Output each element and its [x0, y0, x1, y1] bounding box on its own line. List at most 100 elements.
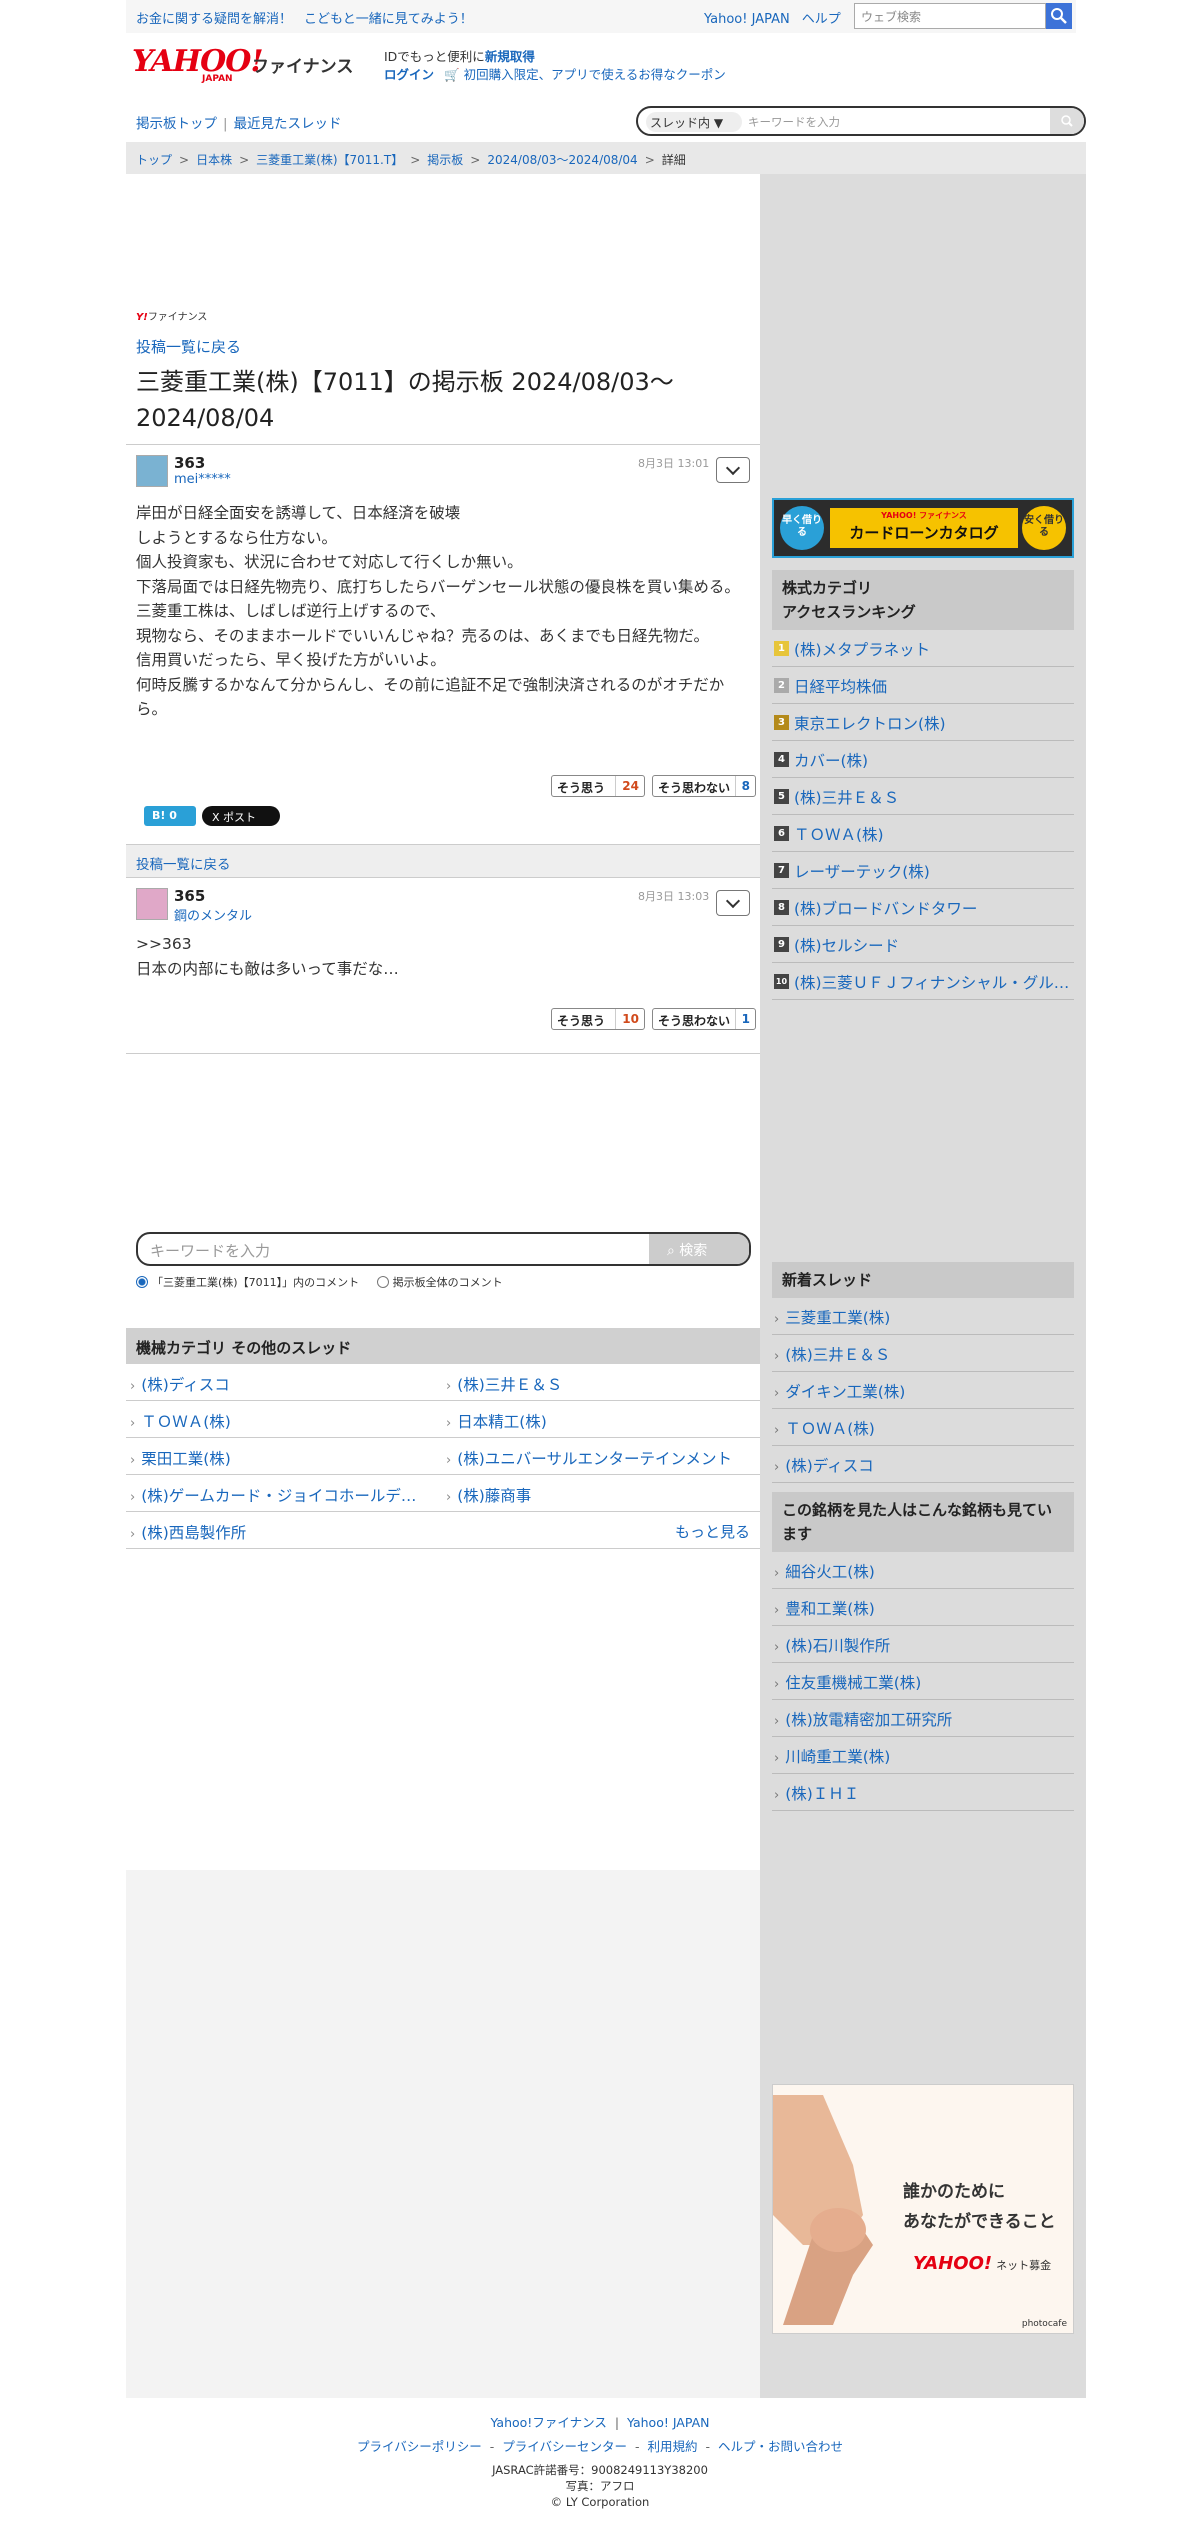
top-links: Yahoo! JAPAN ヘルプ	[704, 8, 841, 27]
back-to-list-link[interactable]: 投稿一覧に戻る	[136, 857, 231, 873]
also-viewed-link[interactable]: (株)放電精密加工研究所	[772, 1700, 1074, 1737]
ranking-item[interactable]: 1 (株)メタプラネット	[772, 630, 1074, 667]
thread-search-input[interactable]: キーワードを入力	[748, 114, 840, 130]
yahoo-finance-logo[interactable]: YAHOO! JAPAN ファイナンス	[132, 44, 377, 84]
footer-yahoo-link[interactable]: Yahoo! JAPAN	[627, 2415, 709, 2430]
yahoo-japan-link[interactable]: Yahoo! JAPAN	[704, 12, 790, 27]
thread-search-button[interactable]	[1050, 108, 1084, 134]
scope-label: スレッド内	[650, 116, 711, 130]
also-viewed-label: 豊和工業(株)	[774, 1597, 875, 1619]
avatar[interactable]	[136, 455, 168, 487]
also-viewed-link[interactable]: 細谷火工(株)	[772, 1552, 1074, 1589]
hatena-bookmark-button[interactable]: B! 0	[144, 806, 196, 826]
also-viewed-link[interactable]: 川崎重工業(株)	[772, 1737, 1074, 1774]
also-viewed-label: (株)放電精密加工研究所	[774, 1708, 952, 1730]
ranking-item-label: 日経平均株価	[794, 678, 888, 696]
coupon-link[interactable]: 初回購入限定、アプリで使えるお得なクーポン	[464, 67, 726, 82]
post-menu-button[interactable]	[716, 457, 750, 483]
top-bar: お金に関する疑問を解消！ こどもと一緒に見てみよう！ Yahoo! JAPAN ヘル…	[126, 0, 1076, 33]
category-thread-link[interactable]: (株)ディスコ	[130, 1373, 430, 1395]
ranking-item[interactable]: 5 (株)三井Ｅ＆Ｓ	[772, 778, 1074, 815]
recent-threads-link[interactable]: 最近見たスレッド	[234, 116, 342, 132]
new-thread-link[interactable]: (株)三井Ｅ＆Ｓ	[772, 1335, 1074, 1372]
also-viewed-link[interactable]: (株)ＩＨＩ	[772, 1774, 1074, 1811]
disagree-button[interactable]: そう思わない 1	[652, 1008, 756, 1030]
login-link[interactable]: ログイン	[384, 67, 434, 82]
ranking-item[interactable]: 3 東京エレクトロン(株)	[772, 704, 1074, 741]
scope-label-thread: 「三菱重工業(株)【7011】」内のコメント	[152, 1276, 360, 1289]
promo-link-money[interactable]: お金に関する疑問を解消！	[136, 12, 292, 27]
ranking-heading-line1: 株式カテゴリ	[782, 579, 873, 597]
category-thread-link[interactable]: 栗田工業(株)	[130, 1447, 430, 1469]
new-thread-link[interactable]: ダイキン工業(株)	[772, 1372, 1074, 1409]
also-viewed-link[interactable]: (株)石川製作所	[772, 1626, 1074, 1663]
footer-privacy-policy-link[interactable]: プライバシーポリシー	[357, 2439, 482, 2454]
breadcrumb-stock[interactable]: 三菱重工業(株)【7011.T】	[256, 153, 403, 167]
footer-links-1: Yahoo!ファイナンス | Yahoo! JAPAN	[490, 2415, 710, 2430]
category-row: (株)西島製作所 もっと見る	[126, 1512, 760, 1549]
avatar[interactable]	[136, 888, 168, 920]
category-thread-link[interactable]: ＴＯＷＡ(株)	[130, 1410, 430, 1432]
card-loan-banner[interactable]: 早く借りる YAHOO! ファイナンス カードローンカタログ 安く借りる	[772, 498, 1074, 558]
new-thread-link[interactable]: (株)ディスコ	[772, 1446, 1074, 1483]
post-line: 現物なら、そのままホールドでいいんじゃね？売るのは、あくまでも日経先物だ。	[136, 626, 710, 645]
keyword-search-input[interactable]: キーワードを入力	[150, 1240, 270, 1261]
web-search-button[interactable]	[1046, 3, 1072, 29]
category-thread-link[interactable]: (株)三井Ｅ＆Ｓ	[446, 1373, 756, 1395]
photo-credit-footer: 写真：アフロ	[565, 2479, 635, 2493]
rank-badge: 6	[774, 826, 789, 841]
breadcrumb-top[interactable]: トップ	[136, 153, 172, 167]
ranking-item[interactable]: 2 日経平均株価	[772, 667, 1074, 704]
footer-privacy-center-link[interactable]: プライバシーセンター	[502, 2439, 627, 2454]
category-thread-link[interactable]: (株)藤商事	[446, 1484, 756, 1506]
back-to-list-link[interactable]: 投稿一覧に戻る	[136, 336, 241, 357]
ranking-item[interactable]: 6 ＴＯＷＡ(株)	[772, 815, 1074, 852]
thread-search-scope-select[interactable]: スレッド内 ▼	[646, 112, 742, 132]
footer-finance-link[interactable]: Yahoo!ファイナンス	[491, 2415, 607, 2430]
footer-terms-link[interactable]: 利用規約	[648, 2439, 698, 2454]
keyword-search-button[interactable]: ⌕ 検索	[649, 1234, 749, 1264]
help-link[interactable]: ヘルプ	[802, 12, 841, 27]
category-thread-link[interactable]: 日本精工(株)	[446, 1410, 756, 1432]
post-number[interactable]: 365	[174, 887, 205, 905]
small-logo-y: Y!	[136, 312, 148, 323]
agree-button[interactable]: そう思う 10	[551, 1008, 645, 1030]
footer-help-link[interactable]: ヘルプ・お問い合わせ	[718, 2439, 843, 2454]
board-top-link[interactable]: 掲示板トップ	[136, 116, 217, 132]
ranking-item[interactable]: 7 レーザーテック(株)	[772, 852, 1074, 889]
net-bokin-ad[interactable]: 誰かのために あなたができること YAHOO! ネット募金 photocafe	[772, 2084, 1074, 2334]
category-row: 栗田工業(株) (株)ユニバーサルエンターテインメント	[126, 1438, 760, 1475]
category-row: ＴＯＷＡ(株) 日本精工(株)	[126, 1401, 760, 1438]
ranking-item[interactable]: 8 (株)ブロードバンドタワー	[772, 889, 1074, 926]
post-user[interactable]: mei*****	[174, 472, 231, 487]
agree-button[interactable]: そう思う 24	[551, 775, 645, 797]
also-viewed-link[interactable]: 住友重機械工業(株)	[772, 1663, 1074, 1700]
breadcrumb-period[interactable]: 2024/08/03〜2024/08/04	[487, 153, 637, 167]
post-number[interactable]: 363	[174, 454, 205, 472]
category-thread-link[interactable]: (株)ゲームカード・ジョイコホールデ…	[130, 1484, 430, 1506]
ranking-item[interactable]: 10 (株)三菱ＵＦＪフィナンシャル・グループ	[772, 963, 1074, 1000]
more-threads-link[interactable]: もっと見る	[675, 1521, 750, 1542]
scope-radio-thread[interactable]	[136, 1276, 148, 1288]
breadcrumb-jp-stocks[interactable]: 日本株	[196, 153, 232, 167]
new-thread-link[interactable]: ＴＯＷＡ(株)	[772, 1409, 1074, 1446]
post-menu-button[interactable]	[716, 890, 750, 916]
rank-badge: 1	[774, 641, 789, 656]
category-thread-link[interactable]: (株)西島製作所	[130, 1521, 430, 1543]
ranking-item[interactable]: 4 カバー(株)	[772, 741, 1074, 778]
x-post-button[interactable]: X ポスト	[202, 806, 280, 826]
web-search-input[interactable]: ウェブ検索	[854, 3, 1046, 29]
ranking-item[interactable]: 9 (株)セルシード	[772, 926, 1074, 963]
post-user[interactable]: 鋼のメンタル	[174, 905, 252, 924]
new-thread-link[interactable]: 三菱重工業(株)	[772, 1298, 1074, 1335]
also-viewed-link[interactable]: 豊和工業(株)	[772, 1589, 1074, 1626]
signup-link[interactable]: 新規取得	[485, 49, 535, 64]
promo-link-kids[interactable]: こどもと一緒に見てみよう！	[304, 12, 473, 27]
breadcrumb-board[interactable]: 掲示板	[427, 153, 463, 167]
breadcrumb-current: 詳細	[661, 153, 686, 167]
post-line: しようとするなら仕方ない。	[136, 528, 338, 547]
disagree-button[interactable]: そう思わない 8	[652, 775, 756, 797]
ranking-item-label: (株)三井Ｅ＆Ｓ	[794, 789, 900, 807]
scope-radio-all[interactable]	[376, 1276, 389, 1288]
category-thread-link[interactable]: (株)ユニバーサルエンターテインメント	[446, 1447, 756, 1469]
